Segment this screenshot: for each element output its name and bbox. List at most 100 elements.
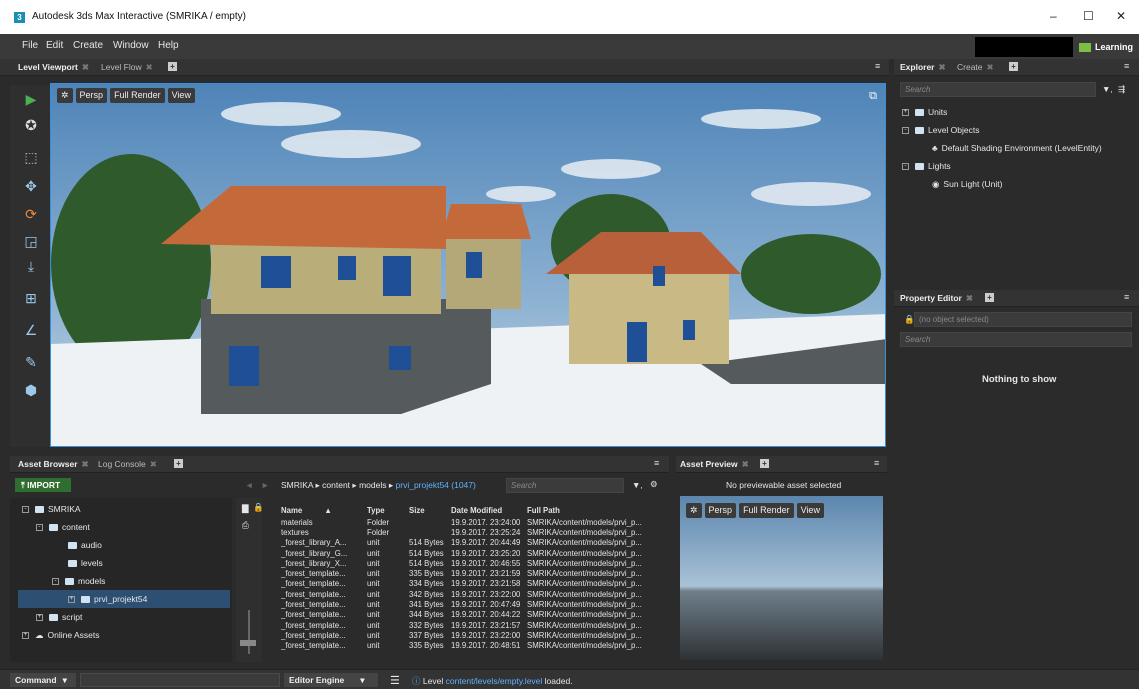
view-button[interactable]: View (167, 88, 195, 103)
tab-log-console[interactable]: Log Console ✖ (98, 459, 157, 470)
panel-menu-icon[interactable]: ≡ (874, 458, 879, 468)
play-icon[interactable]: ▶ (22, 90, 40, 108)
tree-item-shading-environment[interactable]: ♣ Default Shading Environment (LevelEntit… (932, 143, 1102, 153)
close-tab-icon[interactable]: ✖ (742, 459, 749, 469)
expand-icon[interactable]: + (36, 614, 43, 622)
tab-level-viewport[interactable]: Level Viewport ✖ (18, 62, 89, 73)
view-button[interactable]: View (796, 503, 824, 518)
close-tab-icon[interactable]: ✖ (82, 459, 89, 469)
close-tab-icon[interactable]: ✖ (146, 62, 153, 72)
preview-viewport[interactable]: ✲ Persp Full Render View (680, 496, 883, 660)
level-viewport[interactable]: ✲ Persp Full Render View ⧉ (50, 83, 886, 447)
close-button[interactable]: ✕ (1116, 9, 1126, 23)
persp-button[interactable]: Persp (75, 88, 108, 103)
add-tab-icon[interactable]: + (985, 293, 994, 302)
panel-menu-icon[interactable]: ≡ (1124, 292, 1129, 302)
tree-item-levels[interactable]: levels (68, 558, 103, 568)
table-row[interactable]: _forest_library_X... unit 514 Bytes 19.9.20… (281, 558, 657, 568)
select-tool-icon[interactable]: ⬚ (22, 148, 40, 166)
breadcrumb-models[interactable]: models (359, 480, 386, 490)
table-row[interactable]: materials Folder 19.9.2017. 23:24:00 SMRIKA… (281, 517, 657, 527)
table-row[interactable]: _forest_template... unit 344 Bytes 19.9.201… (281, 610, 657, 620)
add-tab-icon[interactable]: + (1009, 62, 1018, 71)
file-type-icon[interactable]: ⎙ (242, 520, 249, 531)
tab-property-editor[interactable]: Property Editor ✖ (900, 293, 973, 304)
viewport-settings-icon[interactable]: ✲ (57, 88, 73, 103)
table-row[interactable]: _forest_template... unit 334 Bytes 19.9.201… (281, 579, 657, 589)
tab-explorer[interactable]: Explorer ✖ (900, 62, 946, 73)
tree-item-level-objects[interactable]: - Level Objects (902, 125, 980, 135)
breadcrumb-current[interactable]: prvi_projekt54 (1047) (396, 480, 476, 490)
engine-dropdown[interactable]: Editor Engine ▾ (284, 673, 378, 687)
full-render-button[interactable]: Full Render (739, 503, 794, 518)
import-button[interactable]: ⤒ IMPORT (15, 478, 71, 492)
tree-item-units[interactable]: + Units (902, 107, 947, 117)
tab-level-flow[interactable]: Level Flow ✖ (101, 62, 153, 73)
menu-window[interactable]: Window (113, 40, 149, 51)
zoom-slider[interactable] (248, 610, 250, 654)
sort-ascending-icon[interactable]: ▲ (324, 506, 332, 515)
add-tab-icon[interactable]: + (168, 62, 177, 71)
learning-button[interactable]: Learning (1076, 38, 1134, 56)
panel-menu-icon[interactable]: ≡ (875, 61, 880, 71)
lock-icon[interactable]: 🔒 (253, 502, 264, 513)
explorer-search-input[interactable]: Search (900, 82, 1096, 97)
asset-search-input[interactable]: Search (506, 478, 624, 493)
command-dropdown[interactable]: Command ▾ (10, 673, 76, 687)
settings-gear-icon[interactable]: ⚙ (650, 479, 658, 490)
close-tab-icon[interactable]: ✖ (150, 459, 157, 469)
collapse-icon[interactable]: - (36, 524, 43, 532)
property-search-input[interactable]: Search (900, 332, 1132, 347)
persp-button[interactable]: Persp (704, 503, 737, 518)
add-tab-icon[interactable]: + (760, 459, 769, 468)
column-header-size[interactable]: Size (409, 503, 451, 517)
back-arrow-icon[interactable]: ◄ (245, 480, 253, 490)
table-row[interactable]: _forest_template... unit 335 Bytes 19.9.201… (281, 568, 657, 578)
forward-arrow-icon[interactable]: ► (261, 480, 269, 490)
minimize-button[interactable]: – (1050, 9, 1057, 23)
maximize-viewport-icon[interactable]: ⧉ (869, 90, 877, 103)
table-row[interactable]: _forest_template... unit 337 Bytes 19.9.201… (281, 630, 657, 640)
collapse-icon[interactable]: - (902, 127, 909, 135)
table-row[interactable]: _forest_template... unit 341 Bytes 19.9.201… (281, 599, 657, 609)
table-row[interactable]: _forest_template... unit 342 Bytes 19.9.201… (281, 589, 657, 599)
paint-icon[interactable]: ✎ (22, 353, 40, 371)
full-render-button[interactable]: Full Render (110, 88, 165, 103)
lock-icon[interactable]: 🔒 (904, 314, 915, 325)
tree-item-content[interactable]: - content (36, 522, 90, 532)
tree-item-online-assets[interactable]: + ☁ Online Assets (22, 630, 99, 641)
scale-tool-icon[interactable]: ◲ (22, 232, 40, 250)
log-list-icon[interactable]: ☰ (390, 674, 400, 687)
table-row[interactable]: _forest_template... unit 335 Bytes 19.9.201… (281, 641, 657, 651)
status-link[interactable]: content/levels/empty.level (446, 676, 543, 686)
column-header-date[interactable]: Date Modified (451, 503, 527, 517)
gamepad-icon[interactable]: ✪ (22, 116, 40, 134)
grid-snap-icon[interactable]: ⊞ (22, 289, 40, 307)
menu-file[interactable]: File (22, 40, 38, 51)
snap-down-icon[interactable]: ⤓ (22, 257, 40, 275)
collapse-icon[interactable]: - (902, 163, 909, 171)
collapse-icon[interactable]: - (22, 506, 29, 514)
move-tool-icon[interactable]: ✥ (22, 177, 40, 195)
expand-icon[interactable]: + (22, 632, 29, 640)
close-tab-icon[interactable]: ✖ (82, 62, 89, 72)
breadcrumb-smrika[interactable]: SMRIKA (281, 480, 313, 490)
table-row[interactable]: _forest_template... unit 332 Bytes 19.9.201… (281, 620, 657, 630)
tree-view-icon[interactable]: ⇶ (1118, 84, 1125, 95)
tree-item-audio[interactable]: audio (68, 540, 102, 550)
collapse-icon[interactable]: - (52, 578, 59, 586)
menu-create[interactable]: Create (73, 40, 103, 51)
tab-asset-preview[interactable]: Asset Preview ✖ (680, 459, 749, 470)
filter-icon[interactable]: ▼, (632, 480, 643, 490)
maximize-button[interactable]: ☐ (1083, 9, 1094, 23)
menu-edit[interactable]: Edit (46, 40, 63, 51)
tree-item-lights[interactable]: - Lights (902, 161, 951, 171)
column-header-type[interactable]: Type (367, 503, 409, 517)
column-header-name[interactable]: Name ▲ (281, 503, 367, 517)
tab-create[interactable]: Create ✖ (957, 62, 994, 73)
table-row[interactable]: textures Folder 19.9.2017. 23:25:24 SMRIKA/… (281, 527, 657, 537)
tree-item-smrika[interactable]: - SMRIKA (22, 504, 81, 514)
zoom-slider-handle[interactable] (240, 640, 256, 646)
panel-menu-icon[interactable]: ≡ (1124, 61, 1129, 71)
breadcrumb-content[interactable]: content (322, 480, 350, 490)
